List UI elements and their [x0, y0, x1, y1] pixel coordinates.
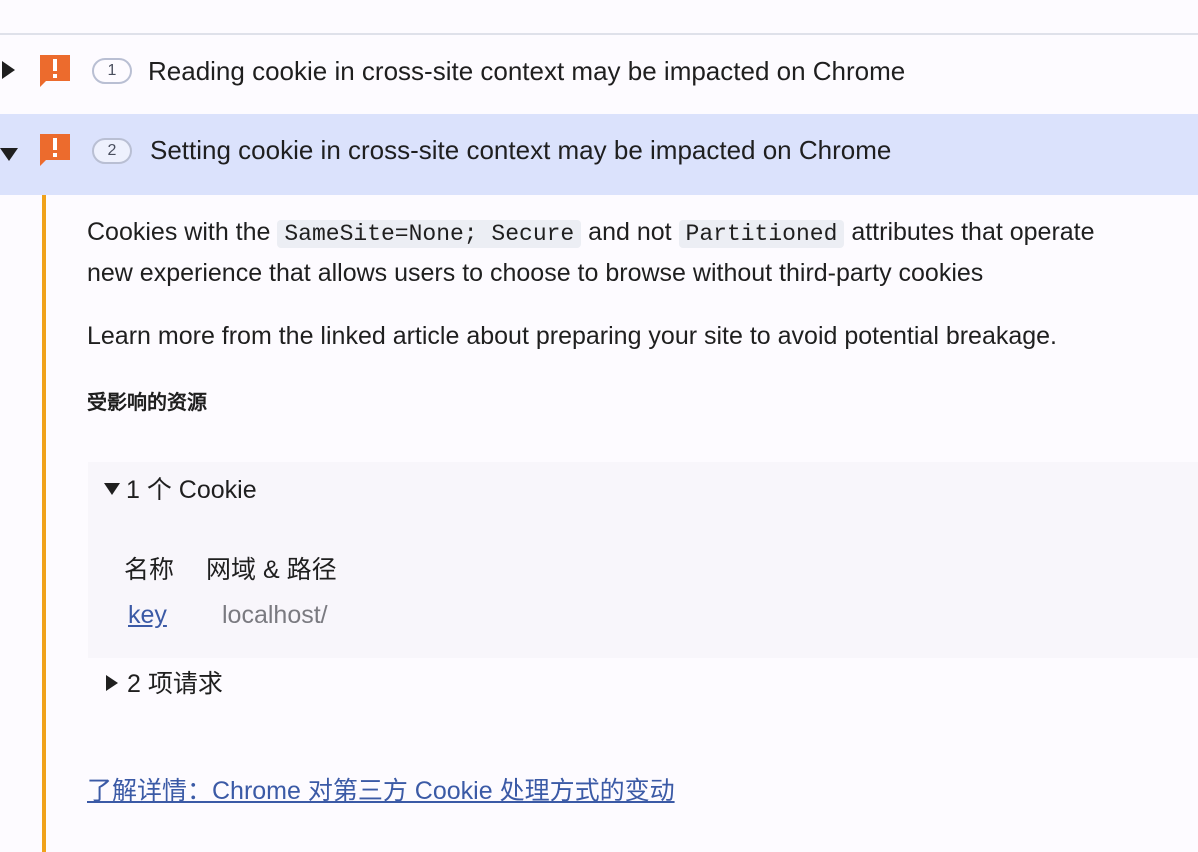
expand-arrow-icon	[106, 675, 118, 692]
issue-row-reading-cookie[interactable]: 1 Reading cookie in cross-site context m…	[0, 35, 1198, 115]
code-partitioned: Partitioned	[678, 220, 845, 248]
requests-toggle-label: 2 项请求	[127, 670, 223, 698]
collapse-arrow-icon	[104, 483, 120, 496]
warning-icon	[40, 55, 70, 87]
affected-resources-heading: 受影响的资源	[87, 392, 207, 414]
requests-toggle[interactable]: 2 项请求	[106, 668, 223, 700]
issue-description-line2: new experience that allows users to choo…	[87, 259, 984, 287]
issue-title: Setting cookie in cross-site context may…	[150, 135, 892, 165]
learn-more-link[interactable]: 了解详情：Chrome 对第三方 Cookie 处理方式的变动	[87, 775, 675, 807]
issue-row-setting-cookie[interactable]: 2 Setting cookie in cross-site context m…	[0, 114, 1198, 195]
collapse-arrow-icon[interactable]	[0, 148, 18, 161]
column-header-name: 名称	[124, 556, 175, 584]
expand-arrow-icon[interactable]	[2, 61, 15, 79]
issue-description-line1: Cookies with the SameSite=None; Secure a…	[87, 218, 1095, 248]
cookies-toggle-label: 1 个 Cookie	[126, 476, 257, 504]
cookie-name-link[interactable]: key	[128, 599, 167, 631]
cookie-domain-path: localhost/	[222, 601, 328, 629]
issue-learn-more-text: Learn more from the linked article about…	[87, 322, 1058, 350]
code-samesite: SameSite=None; Secure	[277, 220, 582, 248]
issue-count-badge: 1	[92, 58, 132, 84]
column-header-domain-path: 网域 & 路径	[206, 556, 337, 584]
warning-icon	[40, 134, 70, 166]
issue-severity-rail	[42, 195, 46, 852]
issue-count-badge: 2	[92, 138, 132, 164]
cookies-toggle[interactable]: 1 个 Cookie	[104, 474, 257, 506]
issue-title: Reading cookie in cross-site context may…	[148, 56, 906, 86]
